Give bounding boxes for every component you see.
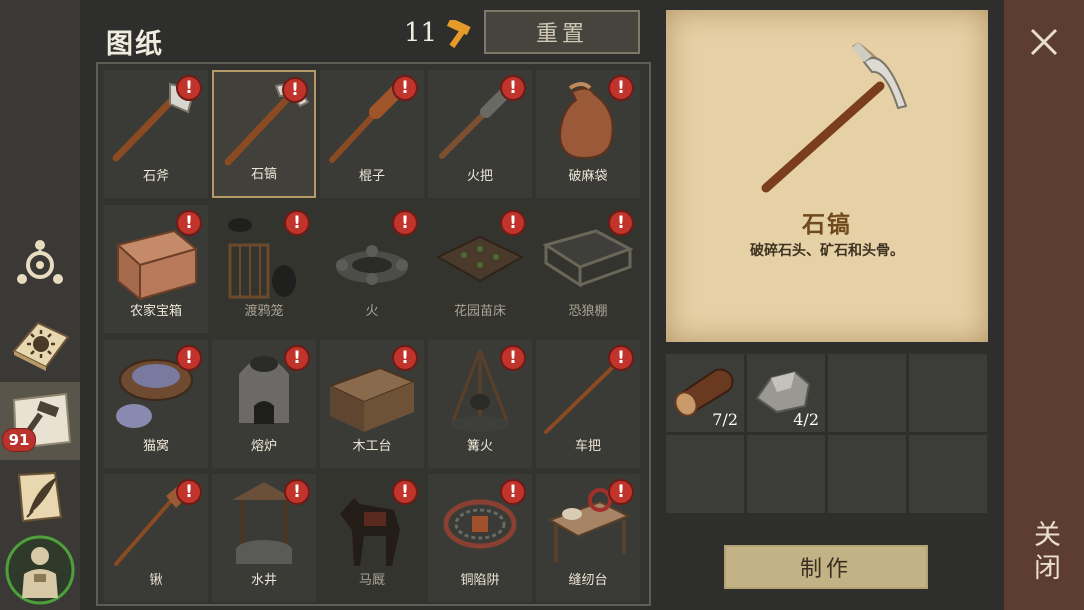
blueprint-item-label: 花园苗床 [453, 304, 506, 319]
craft-button[interactable]: 制作 [724, 545, 928, 589]
blueprint-item-label: 缝纫台 [568, 573, 608, 588]
alert-badge: ! [608, 345, 634, 371]
alert-badge: ! [392, 345, 418, 371]
blueprint-item-label: 水井 [250, 573, 277, 588]
blueprint-item-stone-axe[interactable]: ! 石斧 [104, 70, 208, 198]
alert-badge: ! [176, 75, 202, 101]
close-icon[interactable] [1026, 24, 1062, 60]
blueprint-item-label: 棍子 [358, 169, 385, 184]
blueprint-item-label: 渡鸦笼 [244, 304, 284, 319]
rail-map-button[interactable] [0, 228, 80, 302]
blueprint-item-cart-handle[interactable]: ! 车把 [536, 340, 640, 468]
alert-badge: ! [392, 479, 418, 505]
alert-badge: ! [500, 345, 526, 371]
blueprint-item-label: 车把 [574, 439, 601, 454]
blueprint-item-label: 锹 [149, 573, 163, 588]
rail-journal-button[interactable] [0, 306, 80, 380]
alert-badge: ! [176, 479, 202, 505]
blueprint-item-garden-bed[interactable]: ! 花园苗床 [428, 205, 532, 333]
blueprint-item-label: 恐狼棚 [568, 304, 608, 319]
alert-badge: ! [608, 479, 634, 505]
blueprint-item-raven-cage[interactable]: ! 渡鸦笼 [212, 205, 316, 333]
blueprint-item-cat-bed[interactable]: ! 猫窝 [104, 340, 208, 468]
blueprint-item-workbench[interactable]: ! 木工台 [320, 340, 424, 468]
quill-scroll-icon [17, 471, 63, 523]
rail-character-button[interactable] [0, 530, 80, 610]
blueprint-grid: ! 石斧 ! 石镐 ! 棍子 ! 火把 ! 破麻袋 ! 农家宝箱 ! 渡鸦笼 !… [104, 70, 642, 602]
alert-badge: ! [284, 345, 310, 371]
character-icon [5, 535, 75, 605]
rail-quest-button[interactable] [0, 460, 80, 534]
blueprint-item-label: 猫窝 [142, 439, 169, 454]
alert-badge: ! [392, 210, 418, 236]
blueprint-item-wolf-pen[interactable]: ! 恐狼棚 [536, 205, 640, 333]
ingredient-slot-empty [666, 435, 744, 513]
blueprint-item-stone-pickaxe[interactable]: ! 石镐 [212, 70, 316, 198]
ingredient-slot-empty [747, 435, 825, 513]
blueprint-item-label: 破麻袋 [568, 169, 608, 184]
item-detail-description: 破碎石头、矿石和头骨。 [750, 243, 904, 259]
item-detail-card [666, 10, 988, 342]
blueprint-item-label: 石镐 [250, 167, 277, 182]
blueprint-item-label: 火把 [466, 169, 493, 184]
blueprint-count: 11 [404, 18, 438, 48]
ingredient-slot-empty [909, 354, 987, 432]
blueprint-item-shovel[interactable]: ! 锹 [104, 474, 208, 602]
blueprint-item-sewing-table[interactable]: ! 缝纫台 [536, 474, 640, 602]
alert-badge: ! [284, 479, 310, 505]
blueprint-item-farm-chest[interactable]: ! 农家宝箱 [104, 205, 208, 333]
alert-badge: ! [176, 210, 202, 236]
blueprint-item-sack[interactable]: ! 破麻袋 [536, 70, 640, 198]
blueprints-title: 图纸 [106, 29, 164, 60]
ingredient-quantity: 4/2 [793, 410, 819, 429]
alert-badge: ! [392, 75, 418, 101]
alert-badge: ! [608, 75, 634, 101]
ingredient-slot-empty [828, 435, 906, 513]
alert-badge: ! [282, 77, 308, 103]
ingredient-slot-empty [828, 354, 906, 432]
reset-button[interactable]: 重置 [484, 10, 640, 54]
alert-badge: ! [176, 345, 202, 371]
crafting-count-badge: 91 [2, 428, 36, 452]
blueprint-item-label: 篝火 [466, 439, 493, 454]
blueprint-item-label: 农家宝箱 [129, 304, 182, 319]
ingredient-slot-log[interactable]: 7/2 [666, 354, 744, 432]
blueprint-item-label: 火 [365, 304, 379, 319]
stone-pickaxe-large-icon [761, 42, 908, 193]
ingredient-quantity: 7/2 [712, 410, 738, 429]
blueprint-item-club[interactable]: ! 棍子 [320, 70, 424, 198]
item-detail-name: 石镐 [802, 212, 852, 238]
blueprint-item-label: 木工台 [352, 439, 392, 454]
close-column[interactable] [1004, 0, 1084, 610]
alert-badge: ! [500, 210, 526, 236]
blueprint-item-well[interactable]: ! 水井 [212, 474, 316, 602]
hammer-icon [446, 20, 471, 48]
alert-badge: ! [608, 210, 634, 236]
blueprint-item-stable[interactable]: ! 马厩 [320, 474, 424, 602]
blueprint-item-torch[interactable]: ! 火把 [428, 70, 532, 198]
blueprint-item-label: 石斧 [142, 169, 169, 184]
alert-badge: ! [284, 210, 310, 236]
alert-badge: ! [500, 479, 526, 505]
blueprint-item-label: 铜陷阱 [460, 573, 500, 588]
blueprint-item-copper-trap[interactable]: ! 铜陷阱 [428, 474, 532, 602]
blueprint-item-bonfire[interactable]: ! 篝火 [428, 340, 532, 468]
blueprint-item-label: 马厩 [358, 573, 385, 588]
blueprint-item-fire[interactable]: ! 火 [320, 205, 424, 333]
alert-badge: ! [500, 75, 526, 101]
ingredient-slot-empty [909, 435, 987, 513]
blueprint-item-label: 熔炉 [250, 439, 277, 454]
compass-icon [17, 240, 63, 284]
close-label[interactable]: 关闭 [1024, 520, 1064, 586]
blueprint-item-furnace[interactable]: ! 熔炉 [212, 340, 316, 468]
sun-book-icon [12, 321, 70, 371]
ingredient-slot-stone[interactable]: 4/2 [747, 354, 825, 432]
